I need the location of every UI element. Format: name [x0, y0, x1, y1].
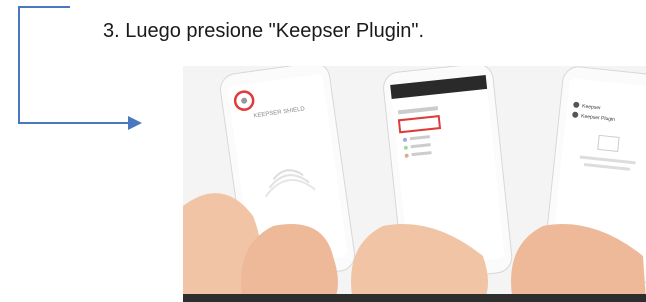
arrow-top-line [18, 6, 70, 8]
arrow-head-icon [128, 116, 142, 130]
photo-bottom-strip [183, 294, 646, 302]
arrow-horizontal-line [18, 122, 130, 124]
arrow-vertical-line [18, 6, 20, 124]
phones-photo: KEEPSER SHIELD Keepser Keepser Plugin [183, 66, 646, 302]
instruction-text: 3. Luego presione "Keepser Plugin". [103, 20, 425, 42]
